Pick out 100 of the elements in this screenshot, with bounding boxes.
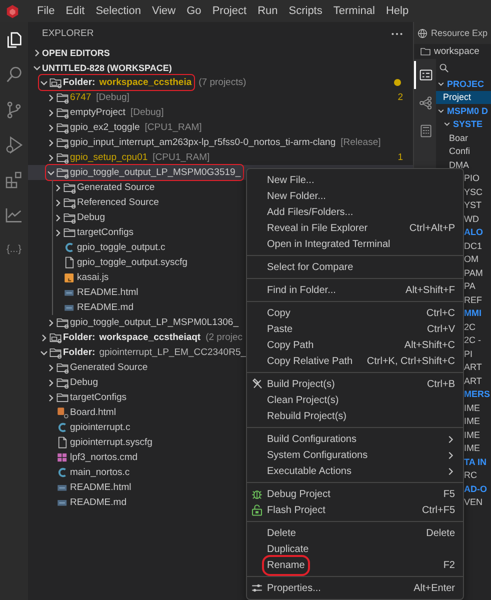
category-header[interactable]: SYSTE [436,118,491,131]
item-label: MERS [464,389,490,400]
menu-bar-item[interactable]: Run [258,5,278,17]
item-description: [Debug] [96,92,130,103]
menu-item[interactable]: Paste Ctrl+V [247,321,463,337]
folder-gear-icon [63,211,76,224]
menu-item[interactable]: Select for Compare [247,259,463,275]
folder-gear-icon [56,91,69,104]
section-header[interactable]: OPEN EDITORS [28,45,413,60]
menu-label: Copy Relative Path [267,356,353,366]
search-icon[interactable] [439,63,449,73]
folder-gear-icon [63,181,76,194]
shortcut-label: Delete [425,528,455,538]
menu-item[interactable]: Rename F2 [247,557,463,573]
menu-bar-item[interactable]: Edit [66,5,85,17]
menu-item[interactable]: Reveal in File Explorer Ctrl+Alt+P [247,220,463,236]
item-label: README.html [77,287,138,298]
braces-icon[interactable]: {...} [6,244,22,255]
menu-item[interactable]: Executable Actions [247,463,463,479]
tree-item[interactable]: Folder: workspace_ccstheia (7 projects) [28,75,413,90]
menu-item[interactable]: Copy Ctrl+C [247,305,463,321]
menu-bar-item[interactable]: View [152,5,176,17]
folder-gear-icon [56,376,69,389]
menu-item[interactable]: New Folder... [247,188,463,204]
category-header[interactable]: MSPM0 D [436,104,491,118]
shortcut-label: Alt+Shift+F [404,284,455,296]
menu-item[interactable]: Properties... Alt+Enter [247,580,463,596]
menu-item[interactable]: Add Files/Folders... [247,204,463,220]
item-label: gpio_toggle_output.c [77,242,166,253]
file-icon [63,256,76,269]
menu-item[interactable]: Build Project(s) Ctrl+B [247,376,463,392]
modified-dot [394,79,401,86]
item-label: gpio_toggle_output_LP_MSPM0G3519_ [70,167,241,178]
tree-item[interactable]: gpio_ex2_toggle [CPU1_RAM] [28,120,413,135]
panel-title: EXPLORER [42,28,94,39]
menu-label: System Configurations [267,450,368,460]
tree-item[interactable]: Boar [436,131,491,144]
hierarchy-icon[interactable] [419,96,433,110]
item-label: lpf3_nortos.cmd [70,452,138,463]
chevron-icon [437,80,445,88]
more-icon[interactable] [391,32,403,36]
folder-icon [63,226,76,239]
item-label: TA IN [464,456,486,467]
item-label: Project [443,92,472,102]
tree-item[interactable]: Project [436,90,491,104]
menu-bar-item[interactable]: Go [186,5,202,17]
menu-item[interactable]: Open in Integrated Terminal [247,236,463,252]
item-label: IME [464,443,480,454]
item-label: Generated Source [70,362,148,373]
tree-item[interactable]: gpio_setup_cpu01 [CPU1_RAM] 1 [28,150,413,165]
menu-item[interactable]: Build Configurations [247,431,463,447]
search-icon[interactable] [4,64,24,84]
menu-item[interactable]: Delete Delete [247,525,463,541]
item-description: [CPU1_RAM] [144,122,202,133]
shortcut-label: Ctrl+Alt+P [408,222,455,234]
item-label: Debug [77,212,105,223]
menu-bar-item[interactable]: Terminal [333,5,375,17]
folder-prefix: Folder: [63,347,96,358]
calculator-icon[interactable] [419,124,433,138]
item-description: (7 projects) [198,77,246,88]
item-label: workspace_ccstheiaqt [99,332,201,343]
menu-label: Select for Compare [267,262,354,272]
menu-bar-item[interactable]: Selection [96,5,141,17]
menu-item[interactable]: Rebuild Project(s) [247,408,463,424]
category-header[interactable]: PROJEC [436,77,491,90]
change-count: 2 [398,92,403,103]
menu-bar-item[interactable]: Help [386,5,409,17]
menu-bar-item[interactable]: Project [212,5,247,17]
folder-icon [56,391,69,404]
menu-item[interactable]: Flash Project Ctrl+F5 [247,502,463,518]
item-label: Boar [449,132,468,143]
menu-bar-item[interactable]: Scripts [288,5,322,17]
tree-item[interactable]: DMA [436,158,491,172]
menu-label: New Folder... [267,190,326,202]
menu-item[interactable]: Copy Path Alt+Shift+C [247,337,463,353]
section-header[interactable]: UNTITLED-828 (WORKSPACE) [28,60,413,75]
list-icon[interactable] [419,68,433,82]
menu-item[interactable]: System Configurations [247,447,463,463]
folder-icon [420,46,431,57]
menu-item[interactable]: Debug Project F5 [247,486,463,502]
menu-item[interactable]: Duplicate [247,541,463,557]
menu-label: Reveal in File Explorer [267,222,368,234]
extensions-icon[interactable] [4,170,24,190]
menu-item[interactable]: Copy Relative Path Ctrl+K, Ctrl+Shift+C [247,353,463,369]
tree-item[interactable]: gpio_input_interrupt_am263px-lp_r5fss0-0_nortos_ti-arm-clang [Release] [28,135,413,150]
item-label: README.md [77,302,134,313]
file-icon [56,436,69,449]
shortcut-label: Ctrl+F5 [420,504,455,516]
menu-item[interactable]: Clean Project(s) [247,392,463,408]
menu-item[interactable]: Find in Folder... Alt+Shift+F [247,282,463,298]
item-label: README.html [70,482,132,493]
run-debug-icon[interactable] [4,134,24,154]
tree-item[interactable]: 6747 [Debug] 2 [28,90,413,105]
item-label: VEN [464,497,483,508]
menu-bar-item[interactable]: File [37,5,55,17]
tree-item[interactable]: Confi [436,144,491,158]
breadcrumb[interactable]: workspace [434,46,480,57]
tree-item[interactable]: emptyProject [Debug] [28,105,413,120]
menu-label: Open in Integrated Terminal [267,238,390,250]
item-label: SYSTE [453,119,483,130]
